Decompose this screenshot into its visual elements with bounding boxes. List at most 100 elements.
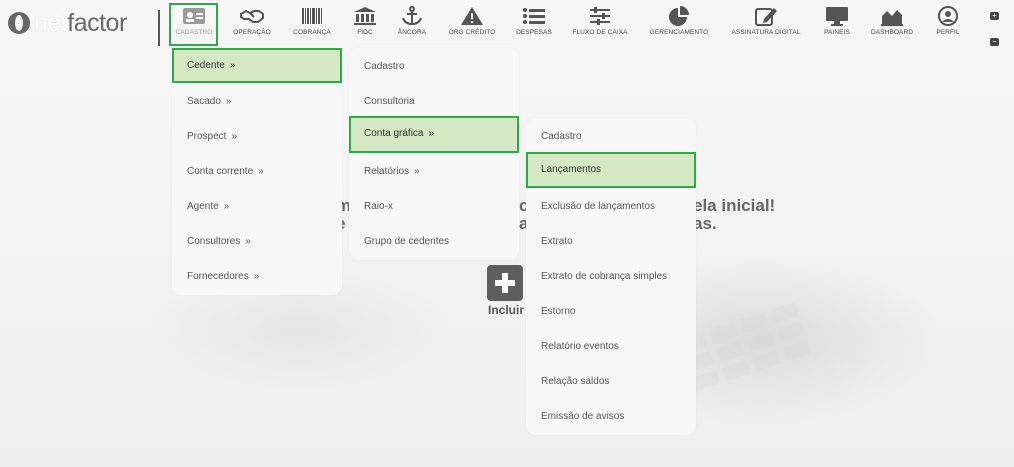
menu-item-consultoria[interactable]: Consultoria: [349, 84, 519, 119]
menu-conta-grafica: Cadastro Lançamentos Exclusão de lançame…: [526, 118, 696, 435]
nav-fluxo-de-caixa[interactable]: FLUXO DE CAIXA: [570, 6, 630, 40]
menu-item-label: Prospect: [187, 131, 227, 142]
menu-item-label: Extrato de cobrança simples: [541, 271, 668, 282]
menu-item-cadastro[interactable]: Cadastro: [526, 119, 696, 154]
menu-item-label: Estorno: [541, 306, 576, 317]
menu-item-label: Raio-x: [364, 201, 393, 212]
logo-text-factor: factor: [67, 8, 127, 37]
menu-item-conta-corrente[interactable]: Conta corrente »: [172, 154, 342, 189]
menu-item-label: Cedente: [187, 60, 225, 71]
menu-item-conta-grafica[interactable]: Conta gráfica »: [349, 116, 519, 153]
bank-icon: [354, 7, 376, 25]
sliders-icon: [590, 7, 610, 25]
menu-item-label: Relatório eventos: [541, 341, 619, 352]
menu-cedente: Cadastro Consultoria Conta gráfica » Rela…: [349, 48, 519, 260]
menu-item-relacao-saldos[interactable]: Relação saldos: [526, 364, 696, 399]
menu-item-label: Consultoria: [364, 96, 415, 107]
nav-label: FLUXO DE CAIXA: [572, 29, 628, 36]
add-icon[interactable]: [487, 265, 523, 301]
nav-gerenciamento[interactable]: GERENCIAMENTO: [647, 6, 711, 40]
chevron-right-icon: »: [245, 236, 251, 247]
nav-perfil[interactable]: PERFIL: [926, 6, 970, 40]
menu-item-label: Conta gráfica: [364, 128, 424, 139]
menu-item-lancamentos[interactable]: Lançamentos: [526, 152, 696, 188]
menu-item-label: Cadastro: [364, 61, 405, 72]
nav-dashboard[interactable]: DASHBOARD: [868, 6, 916, 40]
nav-despesas[interactable]: DESPESAS: [512, 6, 556, 40]
chevron-right-icon: »: [231, 131, 238, 142]
nav-label: PERFIL: [936, 29, 960, 36]
menu-item-label: Sacado: [187, 96, 221, 107]
menu-item-exclusao-de-lancamentos[interactable]: Exclusão de lançamentos: [526, 189, 696, 224]
menu-item-prospect[interactable]: Prospect »: [172, 119, 342, 154]
nav-cobranca[interactable]: COBRANÇA: [290, 6, 334, 40]
monitor-icon: [826, 7, 848, 26]
menu-item-label: Consultores: [187, 236, 241, 247]
expand-button[interactable]: +: [990, 12, 999, 20]
menu-item-label: Agente: [187, 201, 219, 212]
nav-assinatura-digital[interactable]: ASSINATURA DIGITAL: [728, 6, 804, 40]
menu-item-emissao-de-avisos[interactable]: Emissão de avisos: [526, 399, 696, 434]
nav-operacao[interactable]: OPERAÇÃO: [230, 6, 274, 40]
menu-item-grupo-de-cedentes[interactable]: Grupo de cedentes: [349, 224, 519, 259]
nav-label: DASHBOARD: [870, 29, 914, 36]
menu-item-label: Relação saldos: [541, 376, 610, 387]
barcode-icon: [302, 8, 322, 24]
menu-item-estorno[interactable]: Estorno: [526, 294, 696, 329]
menu-item-label: Exclusão de lançamentos: [541, 201, 655, 212]
nav-label: OPERAÇÃO: [233, 29, 271, 36]
chevron-right-icon: »: [229, 60, 236, 71]
menu-item-relatorios[interactable]: Relatórios »: [349, 154, 519, 189]
logo-mark-icon: [8, 12, 30, 34]
menu-item-fornecedores[interactable]: Fornecedores »: [172, 259, 342, 294]
menu-cadastro: Cedente » Sacado » Prospect » Conta corrent…: [172, 48, 342, 295]
anchor-icon: [402, 6, 422, 26]
nav-label: DESPESAS: [516, 29, 552, 36]
add-label[interactable]: Incluir: [488, 303, 524, 317]
menu-item-agente[interactable]: Agente »: [172, 189, 342, 224]
top-navigation-bar: net factor CADASTRO OPERAÇÃO COBRANÇA FI…: [0, 0, 1014, 46]
nav-label: GERENCIAMENTO: [649, 29, 709, 36]
warning-icon: [461, 7, 483, 25]
menu-item-cadastro[interactable]: Cadastro: [349, 49, 519, 84]
menu-item-extrato[interactable]: Extrato: [526, 224, 696, 259]
nav-label: ASSINATURA DIGITAL: [731, 29, 801, 36]
menu-item-relatorio-eventos[interactable]: Relatório eventos: [526, 329, 696, 364]
nav-label: COBRANÇA: [293, 29, 331, 36]
menu-item-label: Lançamentos: [541, 164, 602, 175]
logo-text-net: net: [34, 8, 68, 37]
menu-item-consultores[interactable]: Consultores »: [172, 224, 342, 259]
handshake-icon: [240, 9, 264, 23]
menu-item-label: Relatórios: [364, 166, 410, 177]
chevron-right-icon: »: [223, 201, 230, 212]
user-circle-icon: [938, 6, 958, 26]
nav-label: ÂNCORA: [397, 29, 427, 36]
chevron-right-icon: »: [253, 271, 260, 282]
welcome-text-fragment: ela inicial!: [693, 196, 776, 215]
nav-label: ÓRG CRÉDITO: [448, 29, 496, 36]
nav-label: FIDC: [357, 29, 373, 36]
area-chart-icon: [881, 10, 903, 26]
pie-chart-icon: [669, 6, 689, 26]
nav-fidc[interactable]: FIDC: [343, 6, 387, 40]
nav-ancora[interactable]: ÂNCORA: [390, 6, 434, 40]
chevron-right-icon: »: [225, 96, 232, 107]
pen-square-icon: [755, 8, 777, 26]
nav-highlight-box: [169, 3, 218, 46]
menu-item-sacado[interactable]: Sacado »: [172, 84, 342, 119]
menu-item-extrato-cobranca-simples[interactable]: Extrato de cobrança simples: [526, 259, 696, 294]
nav-paineis[interactable]: PAINEIS: [815, 6, 859, 40]
menu-item-cedente[interactable]: Cedente »: [172, 48, 342, 83]
welcome-text-fragment: as.: [693, 214, 717, 233]
nav-org-credito[interactable]: ÓRG CRÉDITO: [448, 6, 496, 40]
netfactor-logo[interactable]: net factor: [8, 8, 127, 38]
nav-label: PAINEIS: [824, 29, 850, 36]
collapse-button[interactable]: −: [990, 38, 999, 46]
chevron-right-icon: »: [414, 166, 420, 177]
chevron-right-icon: »: [258, 166, 264, 177]
menu-item-label: Fornecedores: [187, 271, 249, 282]
menu-item-label: Emissão de avisos: [541, 411, 625, 422]
menu-item-raio-x[interactable]: Raio-x: [349, 189, 519, 224]
menu-item-label: Extrato: [541, 236, 573, 247]
menu-item-label: Grupo de cedentes: [364, 236, 450, 247]
